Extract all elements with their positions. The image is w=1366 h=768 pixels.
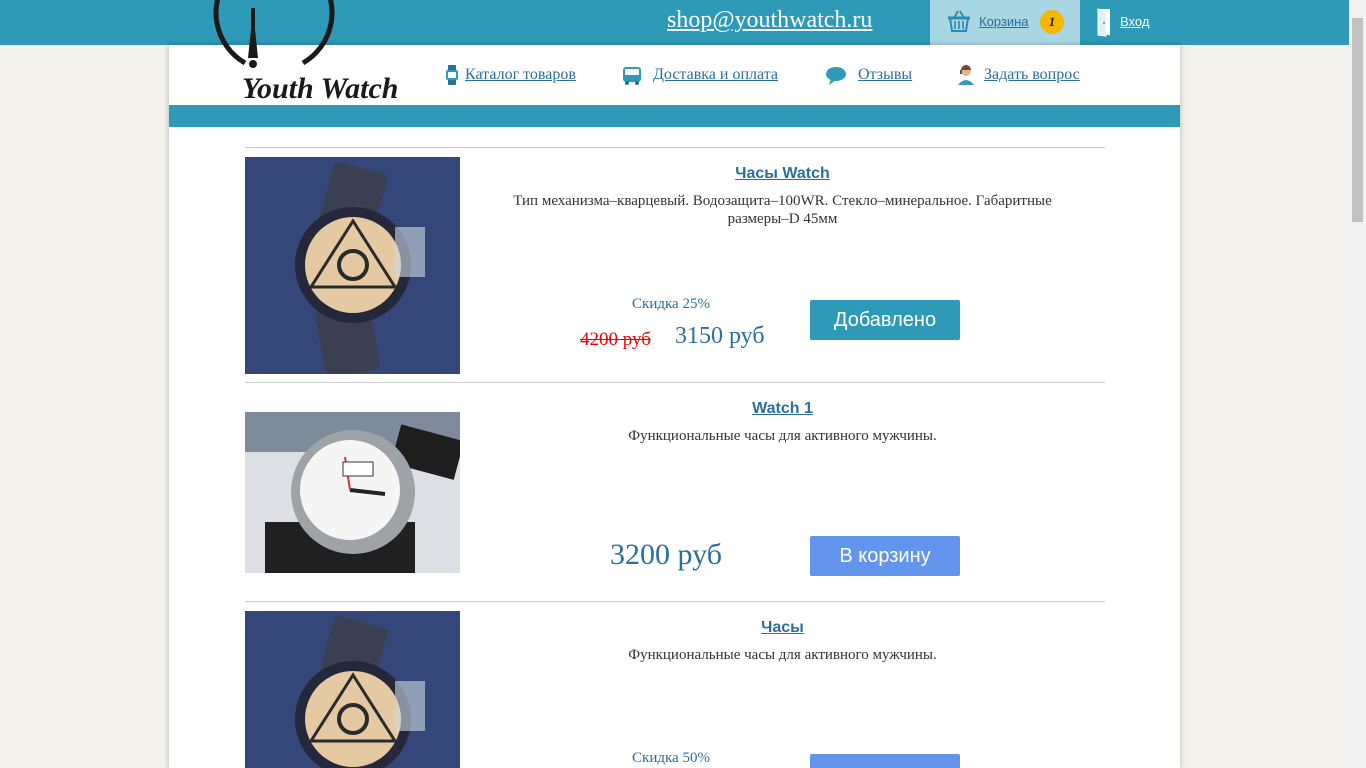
product-description: Функциональные часы для активного мужчин… <box>628 428 937 444</box>
login-link[interactable]: Вход <box>1120 14 1149 29</box>
watch-photo <box>245 611 460 768</box>
product-image[interactable] <box>245 412 460 573</box>
add-to-cart-button[interactable] <box>810 754 960 768</box>
logo-text: Youth Watch <box>242 72 399 105</box>
watch-icon <box>446 65 458 85</box>
watch-photo <box>245 157 460 374</box>
bus-icon <box>623 67 641 85</box>
product-title-link[interactable]: Часы <box>460 619 1105 637</box>
price: 3200 руб <box>610 538 722 571</box>
support-agent-icon <box>958 65 974 85</box>
logo[interactable]: Youth Watch <box>190 0 430 122</box>
nav-delivery-label[interactable]: Доставка и оплата <box>653 66 778 84</box>
nav-catalog-label[interactable]: Каталог товаров <box>465 66 576 84</box>
nav-ask-question-label[interactable]: Задать вопрос <box>984 66 1080 84</box>
product-image[interactable] <box>245 611 460 768</box>
product-description: Тип механизма–кварцевый. Водозащита–100W… <box>513 193 1052 227</box>
product-image[interactable] <box>245 157 460 374</box>
added-to-cart-button[interactable]: Добавлено <box>810 300 960 340</box>
discount-label: Скидка 25% <box>632 296 710 312</box>
old-price: 4200 руб <box>580 329 651 350</box>
scrollbar-thumb[interactable] <box>1352 18 1363 222</box>
page-scrollbar[interactable] <box>1349 0 1366 768</box>
product-title-link[interactable]: Watch 1 <box>460 400 1105 418</box>
discount-label: Скидка 50% <box>632 750 710 766</box>
product-card: Watch 1 Функциональные часы для активног… <box>245 382 1105 601</box>
price: 3150 руб <box>675 323 765 349</box>
speech-bubble-icon <box>826 67 846 85</box>
cart-count-badge: 1 <box>1040 10 1064 34</box>
contact-email-link[interactable]: shop@youthwatch.ru <box>667 7 872 34</box>
watch-photo <box>245 412 460 573</box>
cart-label[interactable]: Корзина <box>979 14 1029 29</box>
cart-button[interactable]: Корзина 1 <box>930 0 1080 45</box>
product-card: Часы Watch Тип механизма–кварцевый. Водо… <box>245 147 1105 382</box>
nav-reviews-label[interactable]: Отзывы <box>858 66 912 84</box>
product-title-link[interactable]: Часы Watch <box>460 165 1105 183</box>
product-description: Функциональные часы для активного мужчин… <box>628 647 937 663</box>
product-card: Часы Функциональные часы для активного м… <box>245 601 1105 768</box>
door-icon[interactable] <box>1095 7 1113 37</box>
basket-icon <box>948 10 970 32</box>
add-to-cart-button[interactable]: В корзину <box>810 536 960 576</box>
